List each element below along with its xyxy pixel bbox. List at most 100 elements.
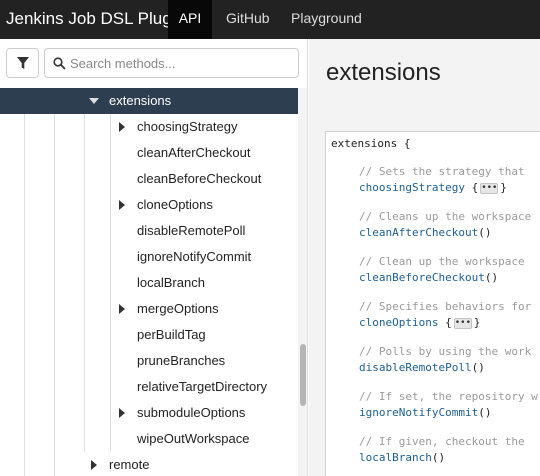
- tree-item-merge-options[interactable]: mergeOptions: [0, 296, 298, 322]
- brand-title[interactable]: Jenkins Job DSL Plugin: [0, 0, 185, 39]
- tree-item-disable-remote-poll[interactable]: disableRemotePoll: [0, 218, 298, 244]
- tree-guide-line: [24, 348, 25, 374]
- tree-item-submodule-options[interactable]: submoduleOptions: [0, 400, 298, 426]
- tree-item-clean-before-checkout[interactable]: cleanBeforeCheckout: [0, 166, 298, 192]
- tree-guide-line: [54, 348, 55, 374]
- code-parens: (): [484, 271, 499, 284]
- code-brace-open: {: [464, 181, 479, 194]
- search-input[interactable]: [70, 53, 292, 73]
- tree-guide-line: [24, 322, 25, 348]
- tree-guide-line: [110, 270, 111, 296]
- tree-item-remote[interactable]: remote: [0, 452, 298, 476]
- tree-guide-line: [110, 322, 111, 348]
- sidebar-scrollbar[interactable]: [298, 88, 307, 476]
- expand-ellipsis-button[interactable]: •••: [480, 182, 499, 194]
- tree-guide-line: [84, 322, 85, 348]
- tree-item-extensions[interactable]: extensions: [0, 88, 298, 114]
- tree-guide-line: [24, 296, 25, 322]
- tree-guide-line: [24, 114, 25, 140]
- filter-icon: [17, 57, 29, 69]
- tree-guide-line: [110, 296, 111, 322]
- tree-item-label: cleanAfterCheckout: [137, 145, 251, 160]
- tree-guide-line: [84, 426, 85, 452]
- code-method-line: cleanBeforeCheckout(): [359, 271, 498, 285]
- tree-guide-line: [24, 218, 25, 244]
- page-title: extensions: [326, 59, 441, 86]
- method-link[interactable]: choosingStrategy: [359, 181, 465, 194]
- tree-item-label: ignoreNotifyCommit: [137, 249, 252, 264]
- code-block-open: extensions {: [331, 137, 411, 150]
- tree-guide-line: [54, 426, 55, 452]
- top-navbar: Jenkins Job DSL Plugin API GitHub Playgr…: [0, 0, 540, 39]
- nav-item-api[interactable]: API: [168, 0, 212, 39]
- method-tree: extensions choosingStrategy cleanAfterChec…: [0, 88, 298, 476]
- method-link[interactable]: ignoreNotifyCommit: [359, 406, 478, 419]
- main-content: extensions extensions {// Sets the strat…: [309, 39, 540, 476]
- code-comment: // Polls by using the work: [359, 345, 532, 358]
- code-comment: // If given, checkout the: [359, 435, 525, 448]
- tree-item-per-build-tag[interactable]: perBuildTag: [0, 322, 298, 348]
- code-comment: // Cleans up the workspace: [359, 210, 532, 223]
- tree-guide-line: [54, 114, 55, 140]
- code-method-line: choosingStrategy {•••}: [359, 181, 507, 195]
- tree-guide-line: [110, 426, 111, 452]
- caret-right-icon[interactable]: [91, 460, 97, 470]
- tree-item-choosing-strategy[interactable]: choosingStrategy: [0, 114, 298, 140]
- tree-item-clean-after-checkout[interactable]: cleanAfterCheckout: [0, 140, 298, 166]
- tree-guide-line: [110, 348, 111, 374]
- tree-guide-line: [84, 348, 85, 374]
- tree-guide-line: [110, 218, 111, 244]
- scrollbar-thumb[interactable]: [300, 344, 306, 406]
- filter-button[interactable]: [6, 48, 39, 78]
- tree-item-label: perBuildTag: [137, 327, 206, 342]
- method-link[interactable]: cleanAfterCheckout: [359, 226, 478, 239]
- tree-item-relative-target-directory[interactable]: relativeTargetDirectory: [0, 374, 298, 400]
- caret-right-icon[interactable]: [119, 304, 125, 314]
- tree-item-local-branch[interactable]: localBranch: [0, 270, 298, 296]
- code-comment: // Clean up the workspace: [359, 255, 525, 268]
- tree-guide-line: [24, 244, 25, 270]
- search-box: [44, 48, 299, 78]
- tree-item-label: relativeTargetDirectory: [137, 379, 268, 394]
- code-brace-open: {: [438, 316, 452, 329]
- tree-guide-line: [110, 114, 111, 140]
- tree-item-label: cleanBeforeCheckout: [137, 171, 262, 186]
- method-link[interactable]: cloneOptions: [359, 316, 438, 329]
- tree-item-prune-branches[interactable]: pruneBranches: [0, 348, 298, 374]
- tree-guide-line: [54, 140, 55, 166]
- tree-guide-line: [110, 374, 111, 400]
- code-parens: (): [478, 406, 492, 419]
- tree-guide-line: [24, 426, 25, 452]
- code-parens: (): [478, 226, 492, 239]
- method-link[interactable]: disableRemotePoll: [359, 361, 472, 374]
- code-comment: // If set, the repository w: [359, 390, 538, 403]
- tree-item-label: extensions: [109, 93, 172, 108]
- tree-guide-line: [84, 374, 85, 400]
- caret-right-icon[interactable]: [119, 200, 125, 210]
- caret-right-icon[interactable]: [119, 122, 125, 132]
- tree-item-label: pruneBranches: [137, 353, 226, 368]
- tree-guide-line: [110, 192, 111, 218]
- caret-right-icon[interactable]: [119, 408, 125, 418]
- code-method-line: ignoreNotifyCommit(): [359, 406, 491, 420]
- nav-item-github[interactable]: GitHub: [226, 0, 270, 39]
- nav-item-playground[interactable]: Playground: [291, 0, 362, 39]
- method-link[interactable]: cleanBeforeCheckout: [359, 271, 485, 284]
- expand-ellipsis-button[interactable]: •••: [453, 317, 472, 329]
- tree-item-label: submoduleOptions: [137, 405, 246, 420]
- tree-guide-line: [54, 166, 55, 192]
- tree-guide-line: [84, 270, 85, 296]
- caret-down-icon: [89, 98, 99, 104]
- tree-guide-line: [54, 244, 55, 270]
- tree-item-clone-options[interactable]: cloneOptions: [0, 192, 298, 218]
- tree-guide-line: [24, 192, 25, 218]
- tree-guide-line: [54, 296, 55, 322]
- code-parens: (): [431, 451, 446, 464]
- tree-item-ignore-notify-commit[interactable]: ignoreNotifyCommit: [0, 244, 298, 270]
- tree-guide-line: [24, 400, 25, 426]
- tree-guide-line: [54, 192, 55, 218]
- tree-guide-line: [84, 166, 85, 192]
- method-link[interactable]: localBranch: [359, 451, 432, 464]
- tree-item-wipe-out-workspace[interactable]: wipeOutWorkspace: [0, 426, 298, 452]
- tree-guide-line: [84, 218, 85, 244]
